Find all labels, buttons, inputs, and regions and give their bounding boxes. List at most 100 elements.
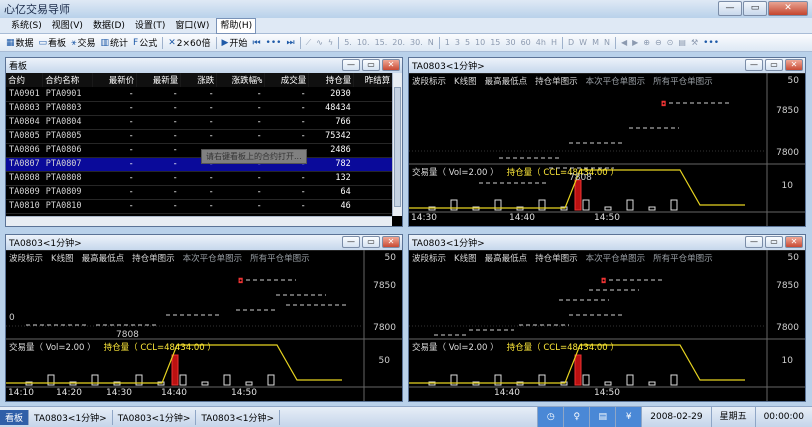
status-tab-chart-3[interactable]: TA0803<1分钟>	[196, 409, 281, 425]
col-header-last-vol[interactable]: 最新量	[136, 73, 182, 87]
step-forward-button[interactable]: ⏭	[286, 38, 294, 48]
indicator-label[interactable]: 本次平仓单图示	[586, 77, 646, 87]
table-row[interactable]: TA0808 PTA0808- - - - -132	[6, 171, 393, 186]
period-30s[interactable]: 30.	[410, 38, 423, 47]
menu-help[interactable]: 帮助(H)	[216, 17, 257, 34]
zoom-out-icon[interactable]: ⊖	[655, 38, 662, 47]
zoom-reset-icon[interactable]: ⊙	[667, 38, 674, 47]
period-20s[interactable]: 20.	[392, 38, 405, 47]
step-back-button[interactable]: ⏮	[252, 38, 260, 48]
period-d[interactable]: D	[568, 38, 574, 47]
list-icon[interactable]: ▤	[589, 407, 616, 427]
pane-close-button[interactable]: ✕	[382, 236, 400, 248]
indicator-label[interactable]: 持仓单图示	[535, 77, 578, 87]
indicator-label[interactable]: 持仓单图示	[535, 254, 578, 264]
indicator-label[interactable]: 所有平仓单图示	[653, 254, 713, 264]
period-nd[interactable]: N	[604, 38, 610, 47]
pane-minimize-button[interactable]: —	[745, 59, 763, 71]
indicator-label[interactable]: K线图	[454, 254, 477, 264]
period-10m[interactable]: 10	[475, 38, 485, 47]
speed-button[interactable]: ✕ 2×60倍	[168, 36, 210, 50]
period-30m[interactable]: 30	[505, 38, 515, 47]
menu-settings[interactable]: 设置(T)	[132, 19, 169, 33]
table-row[interactable]: TA0804 PTA0804- - - - -766	[6, 115, 393, 130]
indicator-label[interactable]: 持仓单图示	[132, 254, 175, 264]
dots-button[interactable]: •••	[266, 38, 282, 48]
indicator-label[interactable]: 波段标示	[412, 254, 446, 264]
stats-button[interactable]: ▥ 统计	[100, 36, 128, 50]
formula-button[interactable]: F 公式	[133, 36, 157, 50]
col-header-volume[interactable]: 成交量	[264, 73, 310, 87]
period-1m[interactable]: 1	[445, 38, 450, 47]
clock-icon[interactable]: ◷	[537, 407, 564, 427]
horizontal-scrollbar[interactable]	[6, 216, 392, 226]
pane-restore-button[interactable]: ▭	[765, 236, 783, 248]
table-row[interactable]: TA0901 PTA0901- - - - -2030	[6, 87, 393, 102]
indicator-label[interactable]: 本次平仓单图示	[586, 254, 646, 264]
pane-restore-button[interactable]: ▭	[765, 59, 783, 71]
period-10s[interactable]: 10.	[357, 38, 370, 47]
status-tab-chart-2[interactable]: TA0803<1分钟>	[113, 409, 197, 425]
period-5m[interactable]: 5	[465, 38, 470, 47]
period-60m[interactable]: 60	[521, 38, 531, 47]
table-row[interactable]: TA0803 PTA0803- - - - -48434	[6, 101, 393, 116]
money-icon[interactable]: ¥	[615, 407, 642, 427]
arrow-left-icon[interactable]: ◀	[621, 38, 627, 47]
table-row[interactable]: TA0805 PTA0805- - - - -75342	[6, 129, 393, 144]
col-header-contract[interactable]: 合约	[6, 73, 44, 87]
menu-data[interactable]: 数据(D)	[90, 19, 128, 33]
data-button[interactable]: ▦ 数据	[6, 36, 34, 50]
pane-minimize-button[interactable]: —	[342, 59, 360, 71]
col-header-last-price[interactable]: 最新价	[92, 73, 138, 87]
tools-icon[interactable]: ⚒	[691, 38, 698, 47]
zoom-in-icon[interactable]: ⊕	[643, 38, 650, 47]
indicator-label[interactable]: K线图	[454, 77, 477, 87]
col-header-name[interactable]: 合约名称	[42, 73, 94, 87]
pane-minimize-button[interactable]: —	[745, 236, 763, 248]
col-header-change-pct[interactable]: 涨跌幅%	[216, 73, 266, 87]
indicator-label[interactable]: 最高最低点	[485, 77, 528, 87]
board-button[interactable]: ▭ 看板	[39, 36, 67, 50]
wave-tool-icon[interactable]: ∿	[316, 38, 323, 47]
pane-close-button[interactable]: ✕	[382, 59, 400, 71]
pane-restore-button[interactable]: ▭	[362, 59, 380, 71]
indicator-label[interactable]: 波段标示	[9, 254, 43, 264]
layout-icon[interactable]: ▤	[678, 38, 686, 47]
line-tool-icon[interactable]: ⟋	[306, 38, 312, 48]
minimize-button[interactable]: —	[718, 1, 742, 16]
table-row[interactable]: TA0806PTA0806-----2486	[6, 143, 393, 158]
table-row[interactable]: TA0807 PTA0807- - - - -782	[6, 157, 393, 172]
scroll-thumb[interactable]	[394, 87, 401, 207]
col-header-prev-settle[interactable]: 昨结算	[353, 73, 394, 87]
pane-close-button[interactable]: ✕	[785, 236, 803, 248]
start-button[interactable]: ▶ 开始	[222, 36, 248, 50]
pane-close-button[interactable]: ✕	[785, 59, 803, 71]
indicator-label[interactable]: 所有平仓单图示	[653, 77, 713, 87]
lightning-tool-icon[interactable]: ϟ	[328, 38, 333, 47]
pane-minimize-button[interactable]: —	[342, 236, 360, 248]
period-15s[interactable]: 15.	[375, 38, 388, 47]
col-header-change[interactable]: 涨跌	[180, 73, 218, 87]
period-5s[interactable]: 5.	[344, 38, 352, 47]
indicator-label[interactable]: 最高最低点	[485, 254, 528, 264]
more-button[interactable]: •••	[703, 38, 719, 48]
pane-restore-button[interactable]: ▭	[362, 236, 380, 248]
menu-window[interactable]: 窗口(W)	[172, 19, 212, 33]
col-header-open-interest[interactable]: 持仓量	[308, 73, 355, 87]
indicator-label[interactable]: K线图	[51, 254, 74, 264]
period-4h[interactable]: 4h	[536, 38, 546, 47]
menu-view[interactable]: 视图(V)	[49, 19, 86, 33]
user-icon[interactable]: ♀	[563, 407, 590, 427]
indicator-label[interactable]: 所有平仓单图示	[250, 254, 310, 264]
trade-button[interactable]: ⚹ 交易	[71, 36, 95, 50]
close-button[interactable]: ✕	[768, 1, 808, 16]
arrow-right-icon[interactable]: ▶	[632, 38, 638, 47]
maximize-button[interactable]: ▭	[743, 1, 767, 16]
vertical-scrollbar[interactable]	[392, 73, 402, 216]
menu-system[interactable]: 系统(S)	[8, 19, 45, 33]
period-h[interactable]: H	[551, 38, 557, 47]
period-ns[interactable]: N	[428, 38, 434, 47]
indicator-label[interactable]: 最高最低点	[82, 254, 125, 264]
indicator-label[interactable]: 波段标示	[412, 77, 446, 87]
period-m[interactable]: M	[592, 38, 599, 47]
